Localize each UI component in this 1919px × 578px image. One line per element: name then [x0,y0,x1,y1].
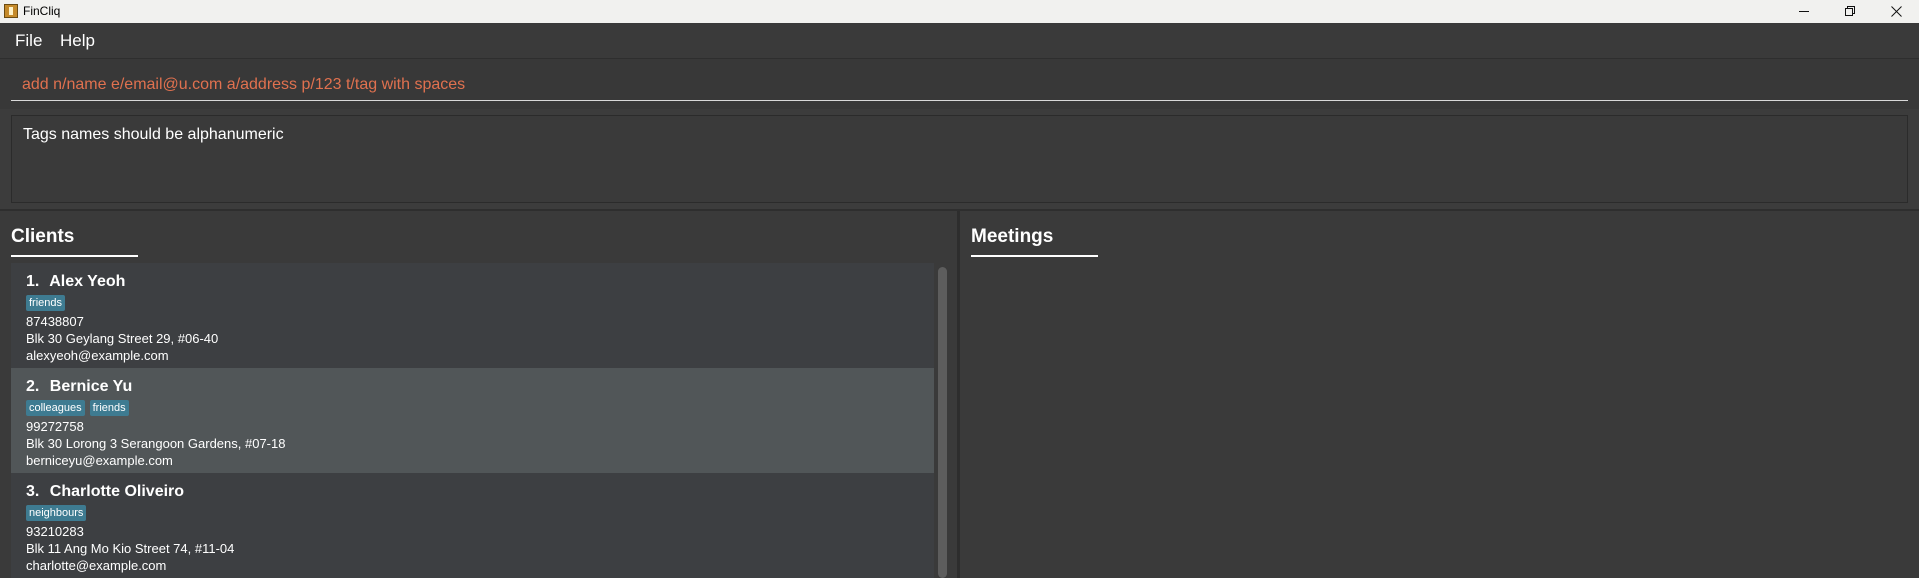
client-card[interactable]: 1. Alex Yeoh friends 87438807 Blk 30 Gey… [11,263,934,368]
clients-panel: Clients 1. Alex Yeoh friends 87438807 Bl… [0,211,957,578]
menu-help[interactable]: Help [60,31,95,51]
client-index: 3. [26,483,40,500]
client-tags: colleagues friends [26,400,934,418]
clients-title: Clients [11,226,75,247]
client-address: Blk 11 Ang Mo Kio Street 74, #11-04 [26,541,235,556]
tag: colleagues [26,400,85,416]
client-phone: 93210283 [26,524,84,539]
window-title: FinCliq [23,4,61,18]
scrollbar-thumb[interactable] [938,267,947,578]
menu-bar: File Help [0,23,1919,59]
client-tags: neighbours [26,505,934,523]
close-button[interactable] [1873,0,1919,23]
result-display: Tags names should be alphanumeric [11,115,1908,203]
client-list-scrollbar[interactable] [937,267,947,578]
client-index: 1. [26,273,40,290]
menu-file[interactable]: File [15,31,42,51]
client-tags: friends [26,295,934,313]
tag: neighbours [26,505,87,521]
client-card[interactable]: 3. Charlotte Oliveiro neighbours 9321028… [11,473,934,578]
close-icon [1890,6,1902,17]
app-icon [4,4,18,18]
tag: friends [26,295,66,311]
restore-icon [1844,6,1855,16]
client-email: charlotte@example.com [26,558,167,573]
client-index: 2. [26,378,40,395]
tag: friends [89,400,129,416]
client-email: alexyeoh@example.com [26,348,169,363]
clients-title-underline [11,255,138,257]
client-email: berniceyu@example.com [26,453,173,468]
client-name: Bernice Yu [49,378,133,395]
minimize-button[interactable] [1781,0,1827,23]
client-phone: 87438807 [26,314,84,329]
result-message: Tags names should be alphanumeric [23,126,284,143]
command-box [0,59,1919,109]
client-address: Blk 30 Lorong 3 Serangoon Gardens, #07-1… [26,436,286,451]
client-name-row: 2. Bernice Yu [26,377,934,397]
client-name-row: 3. Charlotte Oliveiro [26,482,934,502]
restore-button[interactable] [1827,0,1873,23]
meetings-title: Meetings [971,226,1054,247]
title-bar: FinCliq [0,0,1919,23]
client-name-row: 1. Alex Yeoh [26,272,934,292]
meetings-title-underline [971,255,1098,257]
client-phone: 99272758 [26,419,84,434]
meetings-panel: Meetings [960,211,1919,578]
command-input[interactable] [11,69,1908,101]
minimize-icon [1798,11,1809,12]
client-address: Blk 30 Geylang Street 29, #06-40 [26,331,219,346]
client-card-selected[interactable]: 2. Bernice Yu colleagues friends 9927275… [11,368,934,473]
client-list[interactable]: 1. Alex Yeoh friends 87438807 Blk 30 Gey… [11,263,934,578]
client-name: Charlotte Oliveiro [49,483,185,500]
client-name: Alex Yeoh [49,273,126,290]
